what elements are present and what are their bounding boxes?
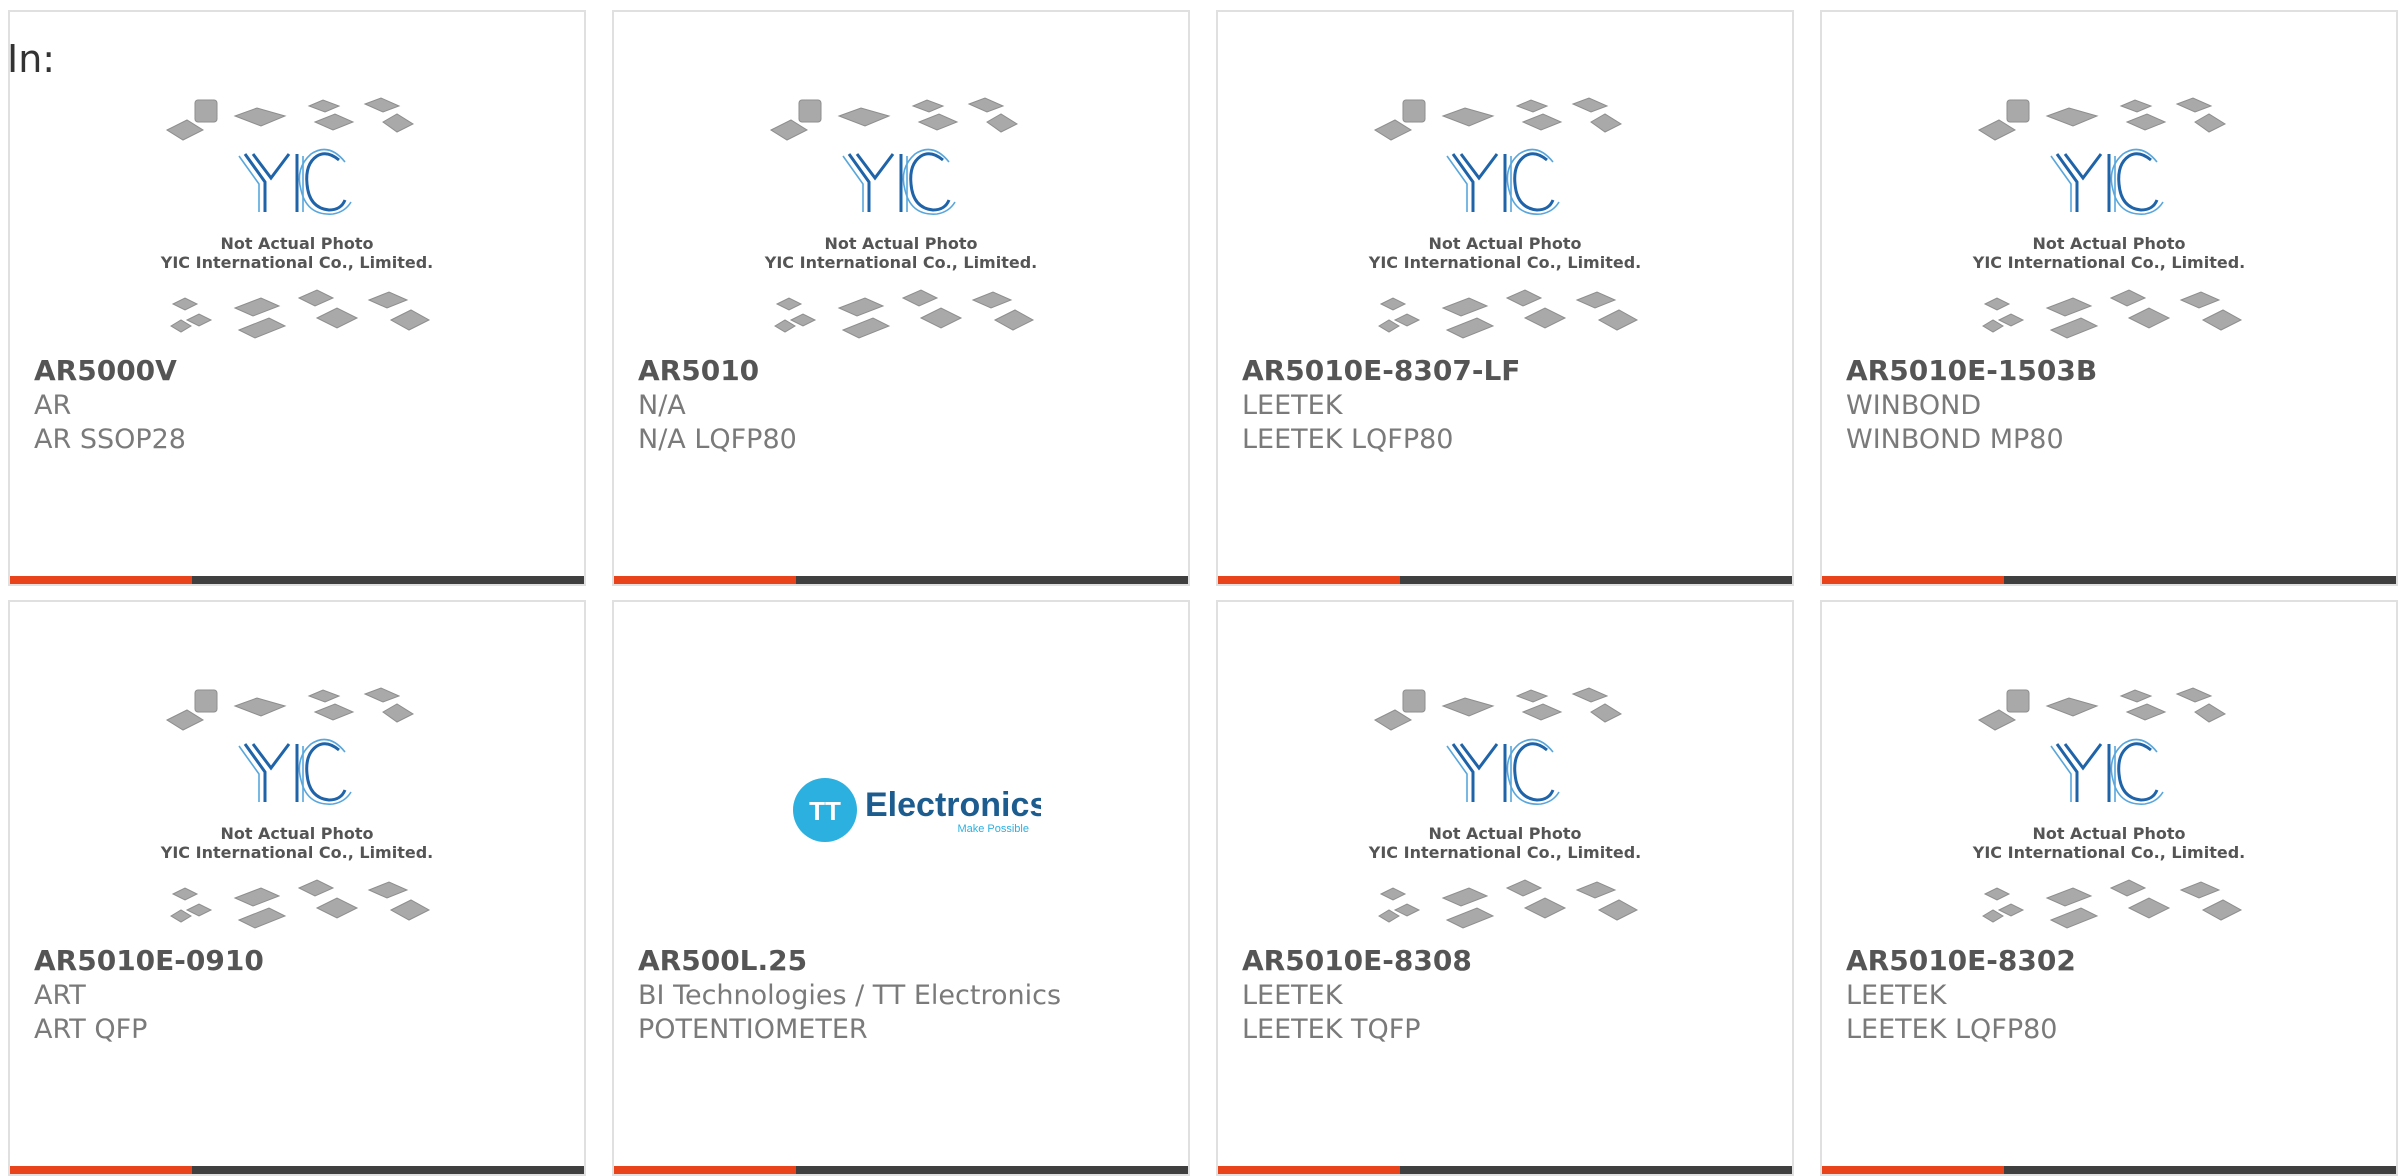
product-image[interactable]: Not Actual Photo YIC International Co., … <box>1822 684 2396 944</box>
card-bottom-bar <box>1218 1166 1792 1174</box>
yic-placeholder-image: Not Actual Photo YIC International Co., … <box>1368 687 1641 929</box>
product-image[interactable]: Not Actual Photo YIC International Co., … <box>614 94 1188 354</box>
card-bottom-bar <box>1822 576 2396 584</box>
manufacturer-label: AR <box>34 390 72 421</box>
card-accent-bar <box>10 1166 192 1174</box>
description-label: POTENTIOMETER <box>638 1014 868 1045</box>
product-image[interactable]: Not Actual Photo YIC International Co., … <box>10 94 584 354</box>
placeholder-caption-line1: Not Actual Photo <box>220 234 373 253</box>
tt-logo-tagline: Make Possible <box>957 823 1029 835</box>
tt-logo-monogram: TT <box>809 796 841 826</box>
manufacturer-label: N/A <box>638 390 686 421</box>
product-image[interactable]: Not Actual Photo YIC International Co., … <box>1822 94 2396 354</box>
card-bottom-bar <box>614 1166 1188 1174</box>
tt-logo-name: Electronics <box>865 786 1041 824</box>
product-card[interactable]: Not Actual Photo YIC International Co., … <box>1216 600 1794 1176</box>
product-card[interactable]: Not Actual Photo YIC International Co., … <box>1820 10 2398 586</box>
card-bottom-bar <box>10 576 584 584</box>
product-card[interactable]: Not Actual Photo YIC International Co., … <box>8 10 586 586</box>
yic-placeholder-image: Not Actual Photo YIC International Co., … <box>160 97 433 339</box>
yic-placeholder-image: Not Actual Photo YIC International Co., … <box>160 687 433 929</box>
placeholder-caption-line2: YIC International Co., Limited. <box>1368 843 1641 862</box>
card-bottom-bar <box>1822 1166 2396 1174</box>
product-card[interactable]: Not Actual Photo YIC International Co., … <box>1820 600 2398 1176</box>
card-accent-bar <box>1822 1166 2004 1174</box>
placeholder-caption-line1: Not Actual Photo <box>220 824 373 843</box>
product-image[interactable]: Not Actual Photo YIC International Co., … <box>1218 684 1792 944</box>
part-number-link[interactable]: AR5000V <box>34 354 177 388</box>
placeholder-caption-line1: Not Actual Photo <box>1428 234 1581 253</box>
product-card[interactable]: Not Actual Photo YIC International Co., … <box>1216 10 1794 586</box>
description-label: N/A LQFP80 <box>638 424 797 455</box>
part-number-link[interactable]: AR5010E-8308 <box>1242 944 1472 978</box>
card-bottom-bar <box>614 576 1188 584</box>
placeholder-caption-line2: YIC International Co., Limited. <box>1368 253 1641 272</box>
manufacturer-label: BI Technologies / TT Electronics <box>638 980 1062 1011</box>
card-bottom-bar <box>1218 576 1792 584</box>
yic-placeholder-image: Not Actual Photo YIC International Co., … <box>1368 97 1641 339</box>
placeholder-caption-line2: YIC International Co., Limited. <box>1972 843 2245 862</box>
card-accent-bar <box>1822 576 2004 584</box>
card-accent-bar <box>1218 1166 1400 1174</box>
placeholder-caption-line2: YIC International Co., Limited. <box>1972 253 2245 272</box>
manufacturer-label: LEETEK <box>1242 980 1343 1011</box>
part-number-link[interactable]: AR5010E-8307-LF <box>1242 354 1520 388</box>
placeholder-caption-line2: YIC International Co., Limited. <box>764 253 1037 272</box>
description-label: LEETEK TQFP <box>1242 1014 1421 1045</box>
card-accent-bar <box>1218 576 1400 584</box>
part-number-link[interactable]: AR5010 <box>638 354 759 388</box>
in-label: In: <box>7 37 56 81</box>
card-accent-bar <box>614 576 796 584</box>
yic-placeholder-image: Not Actual Photo YIC International Co., … <box>1972 687 2245 929</box>
manufacturer-label: ART <box>34 980 86 1011</box>
product-image[interactable]: Not Actual Photo YIC International Co., … <box>10 684 584 944</box>
manufacturer-label: LEETEK <box>1846 980 1947 1011</box>
product-card[interactable]: Not Actual Photo YIC International Co., … <box>612 10 1190 586</box>
yic-placeholder-image: Not Actual Photo YIC International Co., … <box>1972 97 2245 339</box>
product-image[interactable]: TT Electronics Make Possible <box>614 684 1188 944</box>
description-label: AR SSOP28 <box>34 424 186 455</box>
placeholder-caption-line2: YIC International Co., Limited. <box>160 843 433 862</box>
card-accent-bar <box>614 1166 796 1174</box>
part-number-link[interactable]: AR5010E-8302 <box>1846 944 2076 978</box>
description-label: WINBOND MP80 <box>1846 424 2064 455</box>
part-number-link[interactable]: AR5010E-0910 <box>34 944 264 978</box>
card-accent-bar <box>10 576 192 584</box>
manufacturer-label: WINBOND <box>1846 390 1982 421</box>
tt-electronics-logo: TT Electronics Make Possible <box>793 778 1041 842</box>
placeholder-caption-line1: Not Actual Photo <box>2032 824 2185 843</box>
placeholder-caption-line2: YIC International Co., Limited. <box>160 253 433 272</box>
card-bottom-bar <box>10 1166 584 1174</box>
yic-placeholder-image: Not Actual Photo YIC International Co., … <box>764 97 1037 339</box>
manufacturer-label: LEETEK <box>1242 390 1343 421</box>
part-number-link[interactable]: AR5010E-1503B <box>1846 354 2097 388</box>
placeholder-caption-line1: Not Actual Photo <box>1428 824 1581 843</box>
product-card[interactable]: Not Actual Photo YIC International Co., … <box>8 600 586 1176</box>
description-label: ART QFP <box>34 1014 148 1045</box>
description-label: LEETEK LQFP80 <box>1846 1014 2058 1045</box>
product-image[interactable]: Not Actual Photo YIC International Co., … <box>1218 94 1792 354</box>
placeholder-caption-line1: Not Actual Photo <box>824 234 977 253</box>
description-label: LEETEK LQFP80 <box>1242 424 1454 455</box>
part-number-link[interactable]: AR500L.25 <box>638 944 807 978</box>
placeholder-caption-line1: Not Actual Photo <box>2032 234 2185 253</box>
product-card[interactable]: TT Electronics Make Possible AR500L.25 BI… <box>612 600 1190 1176</box>
